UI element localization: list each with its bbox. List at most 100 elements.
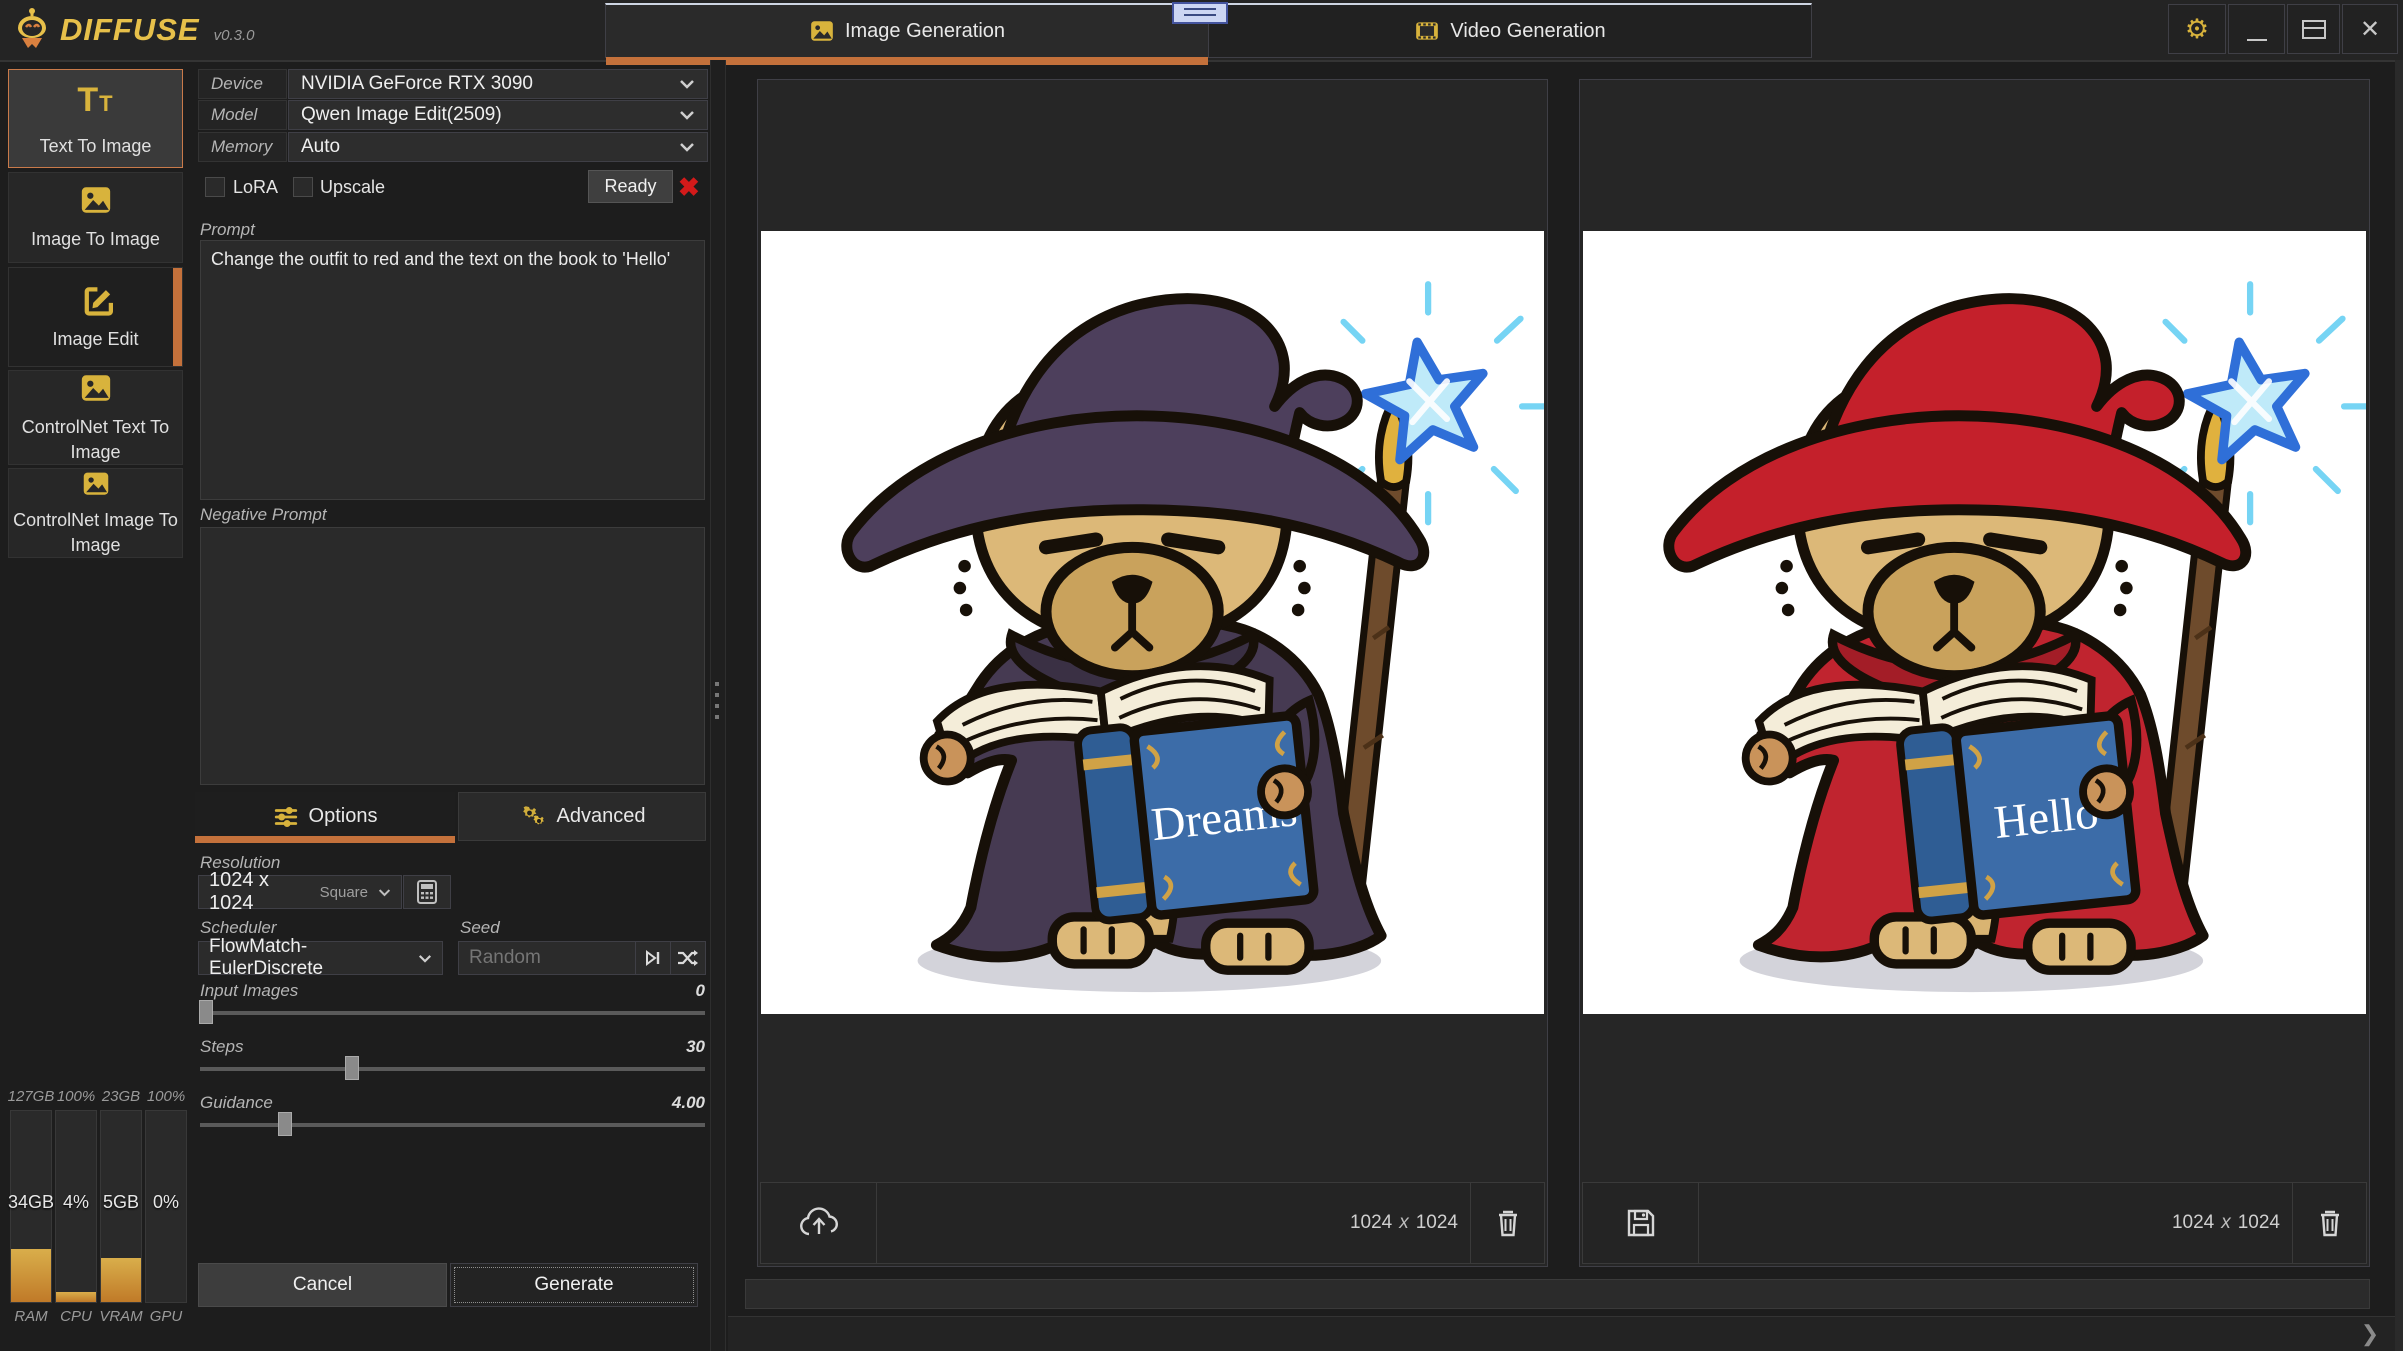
clear-image-button[interactable]	[1470, 1183, 1544, 1263]
meter-value: 0%	[136, 1192, 196, 1213]
image-icon	[79, 469, 113, 498]
gear-icon: ⚙	[2185, 14, 2209, 45]
edit-pencil-icon	[79, 283, 113, 317]
clear-image-button[interactable]	[2292, 1183, 2366, 1263]
reuse-seed-button[interactable]	[635, 942, 670, 974]
result-image-toolbar: 1024x1024	[1582, 1182, 2367, 1264]
unload-model-icon[interactable]: ✖	[678, 172, 700, 203]
thumbnail-strip	[745, 1279, 2370, 1309]
model-value: Qwen Image Edit(2509)	[301, 104, 502, 126]
guidance-value: 4.00	[645, 1093, 705, 1113]
shuffle-icon	[677, 949, 699, 967]
minimize-icon	[2247, 39, 2267, 41]
prompt-input[interactable]	[200, 240, 705, 500]
randomize-seed-button[interactable]	[670, 942, 705, 974]
expand-strip-button[interactable]: ❯	[2348, 1320, 2392, 1348]
tab-options[interactable]: Options	[195, 792, 455, 841]
tab-label: Image Generation	[845, 20, 1005, 43]
sidebar-item-controlnet-image-to-image[interactable]: ControlNet Image To Image	[8, 468, 183, 558]
result-image[interactable]: Hello	[1583, 231, 2366, 1014]
resolution-preset: Square	[320, 884, 368, 901]
resolution-calculator-button[interactable]	[403, 875, 451, 909]
tab-image-generation[interactable]: Image Generation	[606, 5, 1208, 57]
options-tab-underline	[195, 836, 455, 843]
chevron-down-icon	[679, 79, 695, 89]
cloud-upload-icon	[799, 1206, 839, 1240]
meter-name: GPU	[136, 1308, 196, 1325]
tab-advanced[interactable]: Advanced	[458, 792, 706, 841]
sidebar-item-label: Text To Image	[40, 134, 152, 158]
slider-thumb[interactable]	[199, 1000, 213, 1024]
sidebar-item-text-to-image[interactable]: TT Text To Image	[8, 69, 183, 168]
reuse-seed-icon	[644, 949, 662, 967]
settings-button[interactable]: ⚙	[2168, 4, 2226, 54]
source-image[interactable]: Dreams	[761, 231, 1544, 1014]
image-size-label: 1024x1024	[1350, 1183, 1458, 1263]
upload-image-button[interactable]	[761, 1183, 877, 1263]
panel-splitter[interactable]	[710, 60, 726, 1351]
negative-prompt-label: Negative Prompt	[200, 505, 327, 525]
device-label: Device	[198, 69, 287, 99]
resolution-value: 1024 x 1024	[209, 869, 296, 915]
generated-image: Hello	[1583, 231, 2366, 1014]
minimize-button[interactable]	[2228, 4, 2285, 54]
snap-layout-indicator	[1172, 2, 1228, 24]
upscale-checkbox[interactable]	[293, 177, 313, 197]
model-label: Model	[198, 100, 287, 130]
sidebar-item-label: ControlNet Text To Image	[9, 415, 182, 464]
right-scrollbar-gutter	[2395, 60, 2403, 1351]
memory-select[interactable]: Auto	[288, 132, 708, 162]
memory-label: Memory	[198, 132, 287, 162]
bottom-status-row	[728, 1316, 2403, 1351]
steps-slider[interactable]	[200, 1067, 705, 1071]
upscale-label: Upscale	[320, 177, 385, 198]
diffuse-app-window: DIFFUSE v0.3.0 Image Generation	[0, 0, 2403, 1351]
steps-label: Steps	[200, 1037, 243, 1057]
text-to-image-icon: TT	[77, 78, 113, 124]
tab-video-generation[interactable]: Video Generation	[1208, 5, 1811, 57]
image-icon	[79, 371, 113, 405]
sidebar-item-label: ControlNet Image To Image	[9, 508, 182, 557]
app-name: DIFFUSE	[60, 12, 200, 48]
trash-icon	[1495, 1208, 1521, 1238]
negative-prompt-input[interactable]	[200, 527, 705, 785]
memory-value: Auto	[301, 136, 340, 158]
slider-thumb[interactable]	[278, 1112, 292, 1136]
app-version: v0.3.0	[214, 27, 255, 44]
model-select[interactable]: Qwen Image Edit(2509)	[288, 100, 708, 130]
scheduler-select[interactable]: FlowMatch-EulerDiscrete	[198, 941, 443, 975]
meter-max-label: 100%	[136, 1088, 196, 1105]
sidebar-item-controlnet-text-to-image[interactable]: ControlNet Text To Image	[8, 370, 183, 465]
device-select[interactable]: NVIDIA GeForce RTX 3090	[288, 69, 708, 99]
trash-icon	[2317, 1208, 2343, 1238]
cancel-button[interactable]: Cancel	[198, 1263, 447, 1307]
slider-thumb[interactable]	[345, 1056, 359, 1080]
splitter-grip	[715, 682, 719, 719]
chevron-down-icon	[378, 888, 391, 897]
advanced-tab-label: Advanced	[557, 805, 646, 828]
generate-button[interactable]: Generate	[450, 1263, 698, 1307]
source-image-toolbar: 1024x1024	[760, 1182, 1545, 1264]
maximize-button[interactable]	[2287, 4, 2340, 54]
ready-status-button[interactable]: Ready	[588, 170, 673, 203]
guidance-slider[interactable]	[200, 1123, 705, 1127]
close-button[interactable]: ✕	[2342, 4, 2398, 54]
steps-value: 30	[645, 1037, 705, 1057]
sidebar-item-image-edit[interactable]: Image Edit	[8, 267, 183, 367]
gears-icon	[519, 804, 547, 830]
calculator-icon	[417, 880, 437, 904]
tab-label: Video Generation	[1450, 20, 1605, 43]
prompt-label: Prompt	[200, 220, 255, 240]
title-bar: DIFFUSE v0.3.0 Image Generation	[0, 0, 2403, 62]
image-icon	[809, 18, 835, 44]
generate-label: Generate	[534, 1274, 613, 1296]
generated-image: Dreams	[761, 231, 1544, 1014]
sidebar-item-image-to-image[interactable]: Image To Image	[8, 172, 183, 263]
ready-label: Ready	[604, 176, 656, 197]
lora-checkbox[interactable]	[205, 177, 225, 197]
resolution-control[interactable]: 1024 x 1024 Square	[198, 875, 402, 909]
app-logo: DIFFUSE v0.3.0	[12, 8, 255, 52]
seed-input[interactable]	[459, 947, 635, 969]
save-image-button[interactable]	[1583, 1183, 1699, 1263]
input-images-slider[interactable]	[200, 1011, 705, 1015]
